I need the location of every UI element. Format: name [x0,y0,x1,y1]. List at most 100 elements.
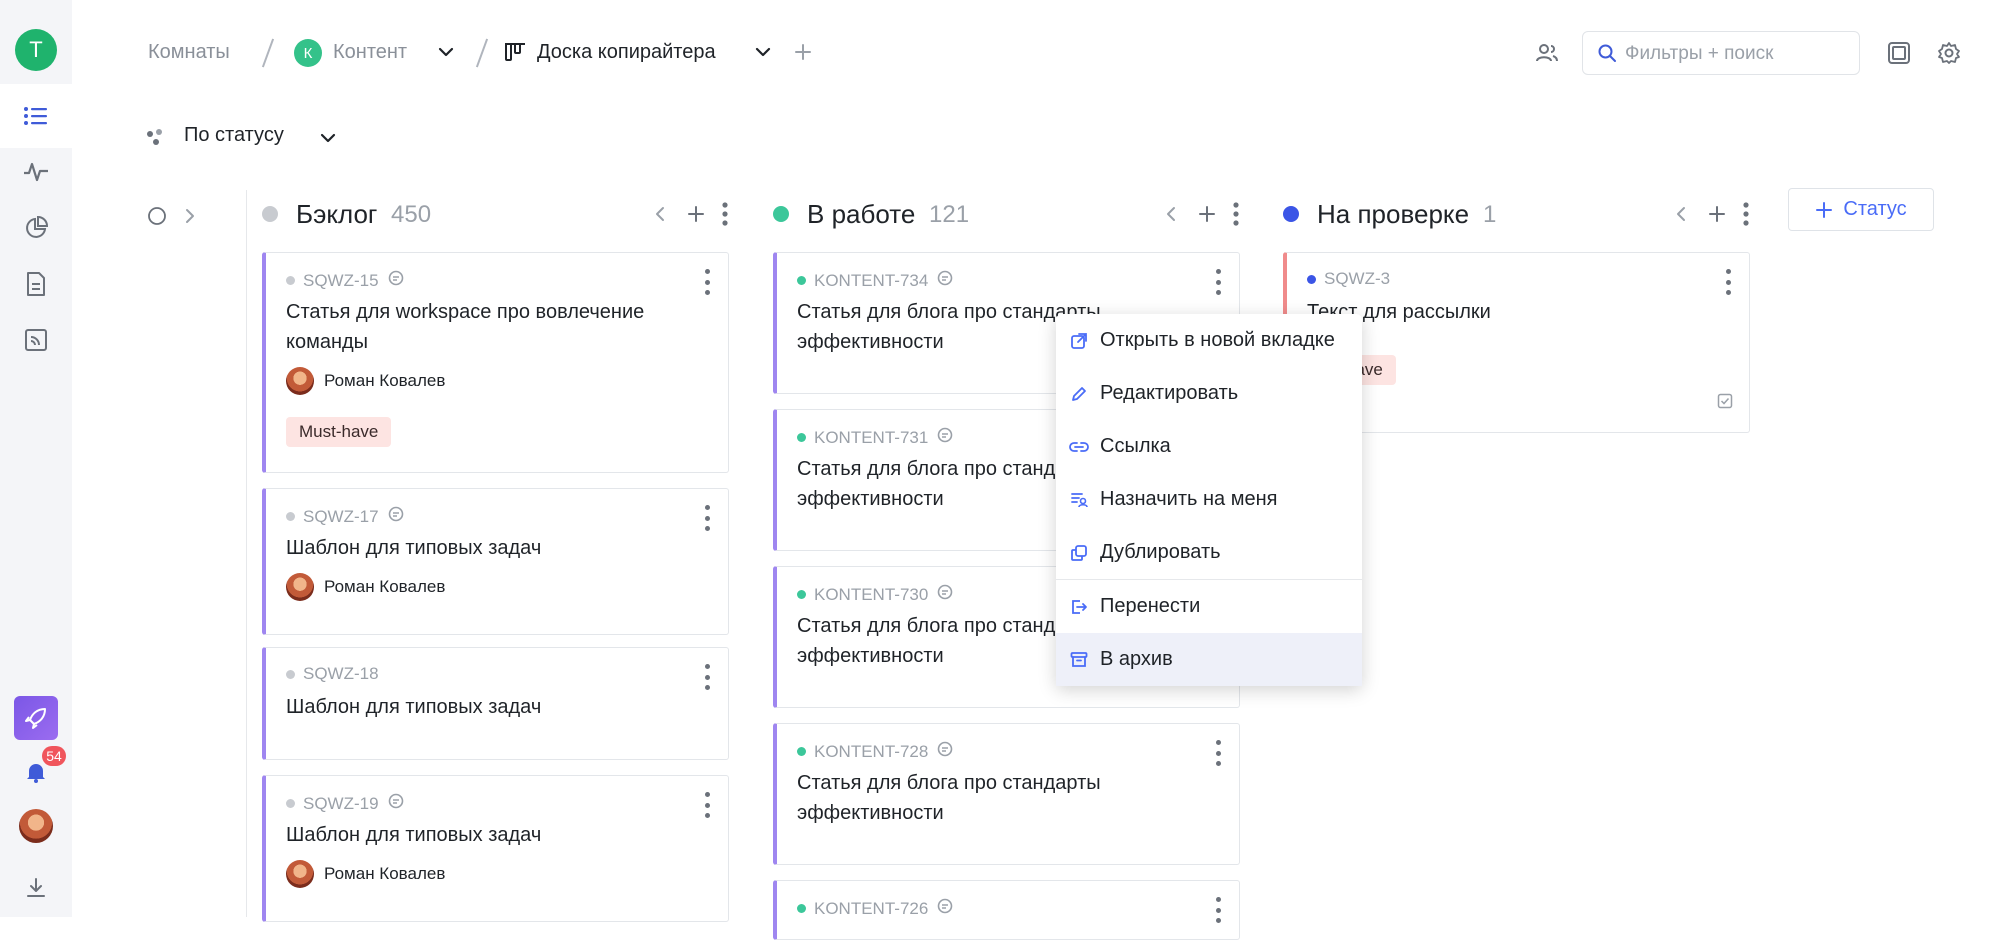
task-title: Шаблон для типовых задач [286,696,542,718]
card-context-menu: Открыть в новой вкладке Редактировать Ссыл… [1056,314,1362,686]
task-id: KONTENT-730 [797,583,954,606]
more-vertical-icon[interactable] [721,202,729,231]
feed-icon[interactable] [21,325,51,355]
task-id-text: SQWZ-17 [303,506,379,526]
pie-chart-icon[interactable] [21,213,51,243]
menu-item-open-external[interactable]: Открыть в новой вкладке [1056,314,1362,367]
users-icon[interactable] [1535,42,1559,69]
user-avatar[interactable] [19,809,53,843]
download-icon[interactable] [21,873,51,903]
task-card[interactable]: KONTENT-728 Статья для блога про стандарт… [773,723,1240,865]
task-id: SQWZ-18 [286,664,379,684]
layout-icon[interactable] [1887,41,1911,70]
column-count: 450 [391,201,432,228]
activity-icon[interactable] [21,157,51,187]
column-title: На проверке [1317,199,1470,229]
archive-icon [1068,650,1090,670]
open-external-icon [1068,331,1090,351]
status-dot [1283,206,1299,222]
menu-item-assign[interactable]: Назначить на меня [1056,473,1362,526]
more-vertical-icon[interactable] [1742,202,1750,231]
plus-icon [1816,201,1833,218]
plus-icon[interactable] [1707,204,1727,229]
collapse-circle-icon[interactable] [147,206,167,231]
breadcrumb-space[interactable]: Контент [333,41,407,64]
task-card[interactable]: SQWZ-15 Статья для workspace про вовлечен… [262,252,729,473]
task-id-text: KONTENT-726 [814,898,929,918]
document-icon[interactable] [21,269,51,299]
task-card[interactable]: SQWZ-19 Шаблон для типовых задач Роман Ков… [262,775,729,922]
comment-icon [936,740,954,763]
plus-icon[interactable] [1197,204,1217,229]
status-dot [286,512,295,521]
task-id-text: KONTENT-731 [814,427,929,447]
chevron-left-icon[interactable] [1673,204,1689,229]
more-vertical-icon[interactable] [700,269,714,295]
status-dot [1307,274,1316,284]
rocket-icon[interactable] [14,696,58,740]
breadcrumb-rooms[interactable]: Комнаты [148,41,230,64]
task-title: Шаблон для типовых задач [286,824,542,846]
plus-icon[interactable] [686,204,706,229]
add-status-button[interactable]: Статус [1788,188,1934,231]
menu-item-label: В архив [1100,648,1173,670]
assignee: Роман Ковалев [286,367,445,395]
more-vertical-icon[interactable] [1721,269,1735,295]
task-title: Статья для блога про стандарты эффективн… [797,772,1101,824]
breadcrumb-board[interactable]: Доска копирайтера [537,41,716,64]
gear-icon[interactable] [1937,41,1961,70]
more-vertical-icon[interactable] [1211,269,1225,295]
menu-item-link[interactable]: Ссылка [1056,420,1362,473]
link-icon [1068,437,1090,457]
assign-icon [1068,490,1090,510]
assignee-name: Роман Ковалев [324,864,446,883]
task-card[interactable]: KONTENT-726 [773,880,1240,940]
status-dot [797,904,806,913]
board-icon [504,41,526,68]
comment-icon [387,792,405,815]
workspace-avatar[interactable]: Т [15,29,57,71]
comment-icon [936,583,954,606]
column-title: В работе [807,199,916,229]
menu-item-archive[interactable]: В архив [1056,633,1362,686]
more-vertical-icon[interactable] [1211,740,1225,766]
menu-item-label: Перенести [1100,595,1201,617]
assignee-avatar [286,573,314,601]
more-vertical-icon[interactable] [700,664,714,690]
more-vertical-icon[interactable] [1232,202,1240,231]
menu-item-label: Дублировать [1100,541,1221,563]
chevron-down-icon[interactable] [753,42,773,67]
comment-icon [936,269,954,292]
chevron-down-icon[interactable] [436,42,456,67]
list-icon[interactable] [21,101,51,131]
more-vertical-icon[interactable] [1211,897,1225,923]
chevron-left-icon[interactable] [652,204,668,229]
task-title: Статья для workspace про вовлечение кома… [286,301,645,353]
menu-item-duplicate[interactable]: Дублировать [1056,526,1362,579]
task-id-text: KONTENT-730 [814,584,929,604]
status-dot [797,590,806,599]
search-input[interactable]: Фильтры + поиск [1582,31,1860,75]
task-card[interactable]: SQWZ-18 Шаблон для типовых задач [262,647,729,760]
menu-item-label: Редактировать [1100,382,1239,404]
plus-icon[interactable] [793,42,813,67]
more-vertical-icon[interactable] [700,505,714,531]
chevron-down-icon[interactable] [318,128,338,153]
menu-item-move[interactable]: Перенести [1056,580,1362,633]
chevron-left-icon[interactable] [1163,204,1179,229]
column-title: Бэклог [296,199,378,229]
status-dot [286,799,295,808]
menu-item-label: Ссылка [1100,435,1171,457]
task-id: SQWZ-15 [286,269,405,292]
space-badge: К [294,39,322,67]
add-status-label: Статус [1843,198,1907,220]
task-card[interactable]: SQWZ-17 Шаблон для типовых задач Роман Ков… [262,488,729,635]
group-by-dropdown[interactable]: По статусу [184,124,284,147]
more-vertical-icon[interactable] [700,792,714,818]
duplicate-icon [1068,543,1090,563]
menu-item-edit[interactable]: Редактировать [1056,367,1362,420]
task-title: Шаблон для типовых задач [286,537,542,559]
chevron-right-icon[interactable] [182,206,198,231]
group-dots-icon [146,128,168,153]
edit-icon [1068,384,1090,404]
